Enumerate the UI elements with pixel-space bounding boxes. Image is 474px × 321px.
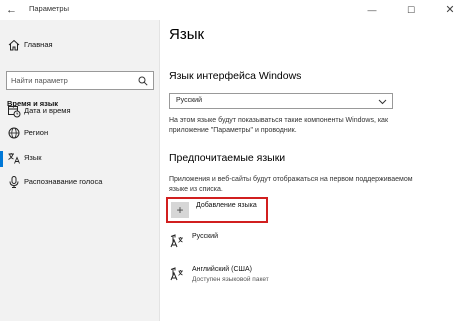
sidebar-item-language[interactable]: Язык (0, 148, 160, 170)
language-name: Английский (США) (192, 266, 252, 273)
language-icon (170, 267, 183, 281)
preferred-languages-heading: Предпочитаемые языки (169, 152, 286, 164)
sidebar: Главная Время и язык Дата и время Регион (0, 20, 160, 321)
language-pack-status: Доступен языковой пакет (192, 276, 269, 283)
language-item-english-us[interactable]: Английский (США) Доступен языковой пакет (170, 265, 370, 289)
search-icon (138, 76, 148, 86)
globe-icon (8, 127, 20, 139)
add-language-label: Добавление языка (196, 202, 257, 209)
search-input[interactable] (11, 74, 131, 87)
sidebar-item-region[interactable]: Регион (0, 123, 160, 145)
active-indicator (0, 151, 3, 167)
sidebar-item-label: Язык (24, 153, 42, 162)
home-icon (8, 39, 20, 51)
sidebar-item-speech[interactable]: Распознавание голоса (0, 172, 160, 194)
preferred-languages-description: Приложения и веб-сайты будут отображатьс… (169, 176, 413, 193)
search-box[interactable] (6, 71, 154, 90)
main-content: Язык Язык интерфейса Windows Русский На … (161, 20, 474, 321)
close-button[interactable]: ✕ (431, 0, 469, 20)
language-name: Русский (192, 233, 218, 240)
display-language-select[interactable]: Русский (169, 93, 393, 109)
back-arrow-icon[interactable]: ← (6, 2, 17, 18)
maximize-button[interactable]: ☐ (392, 0, 430, 20)
plus-icon: + (171, 202, 189, 218)
sidebar-item-label: Главная (24, 40, 53, 49)
language-icon (8, 153, 20, 164)
window-title: Параметры (29, 4, 69, 13)
sidebar-item-home[interactable]: Главная (0, 35, 160, 57)
add-language-button[interactable]: + Добавление языка (166, 197, 268, 223)
display-language-description: На этом языке будут показываться такие к… (169, 117, 389, 134)
sidebar-item-label: Распознавание голоса (24, 177, 103, 186)
sidebar-item-label: Дата и время (24, 106, 71, 115)
sidebar-item-date-time[interactable]: Дата и время (0, 101, 160, 123)
display-language-heading: Язык интерфейса Windows (169, 70, 302, 82)
calendar-clock-icon (8, 106, 21, 118)
language-icon (170, 234, 183, 248)
page-title: Язык (169, 26, 205, 43)
title-bar: ← Параметры — ☐ ✕ (0, 0, 474, 20)
microphone-icon (9, 176, 19, 188)
minimize-button[interactable]: — (353, 0, 391, 20)
sidebar-item-label: Регион (24, 128, 49, 137)
chevron-down-icon (378, 99, 387, 105)
display-language-value: Русский (176, 97, 202, 104)
language-item-russian[interactable]: Русский (170, 232, 370, 256)
